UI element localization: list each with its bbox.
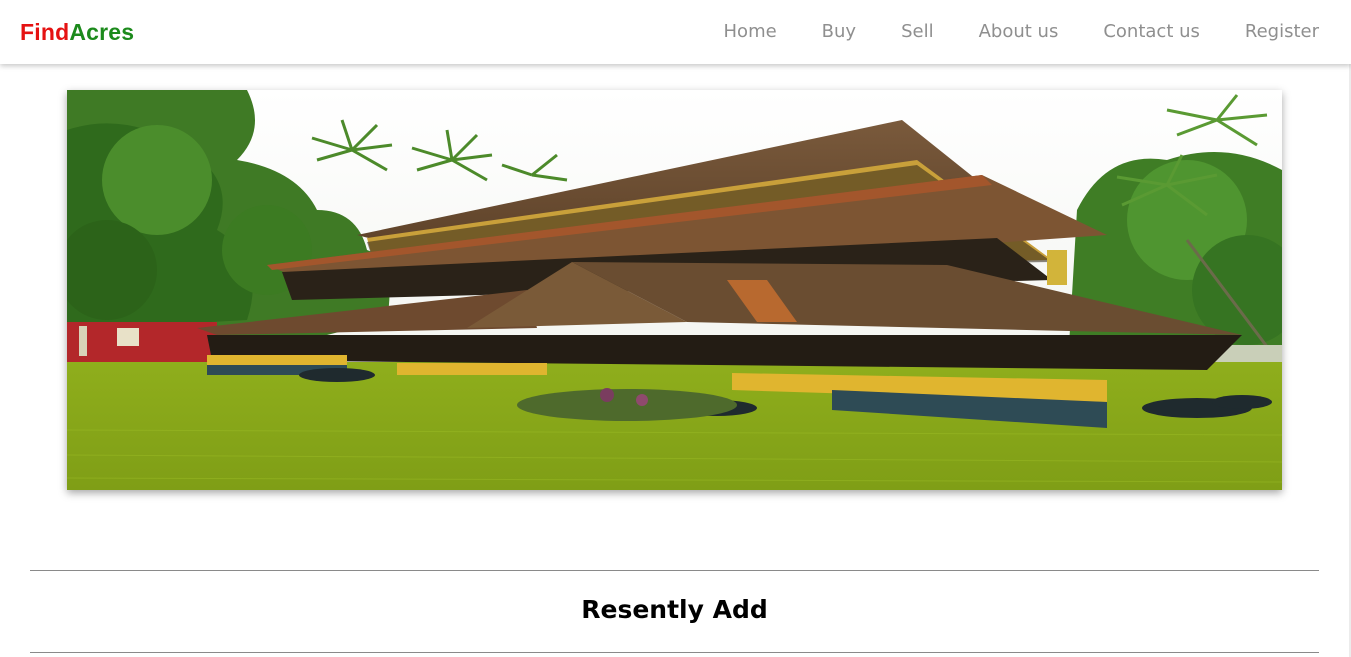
nav-link-register[interactable]: Register (1245, 19, 1319, 45)
hero-house-illustration (67, 90, 1282, 490)
hero-banner-image (67, 90, 1282, 490)
recently-added-heading: Resently Add (581, 595, 768, 624)
nav-menu: Home Buy Sell About us Contact us Regist… (679, 19, 1319, 45)
nav-link-sell[interactable]: Sell (901, 19, 934, 45)
nav-link-about-us[interactable]: About us (979, 19, 1059, 45)
brand-logo-acres: Acres (69, 19, 135, 45)
brand-logo-find: Find (20, 19, 70, 45)
nav-link-buy[interactable]: Buy (822, 19, 856, 45)
top-navbar: FindAcres Home Buy Sell About us Contact… (0, 0, 1351, 64)
nav-link-home[interactable]: Home (724, 19, 777, 45)
nav-link-contact-us[interactable]: Contact us (1103, 19, 1200, 45)
brand-logo[interactable]: FindAcres (20, 18, 134, 46)
section-divider-bottom (30, 652, 1319, 653)
section-divider-top (30, 570, 1319, 571)
